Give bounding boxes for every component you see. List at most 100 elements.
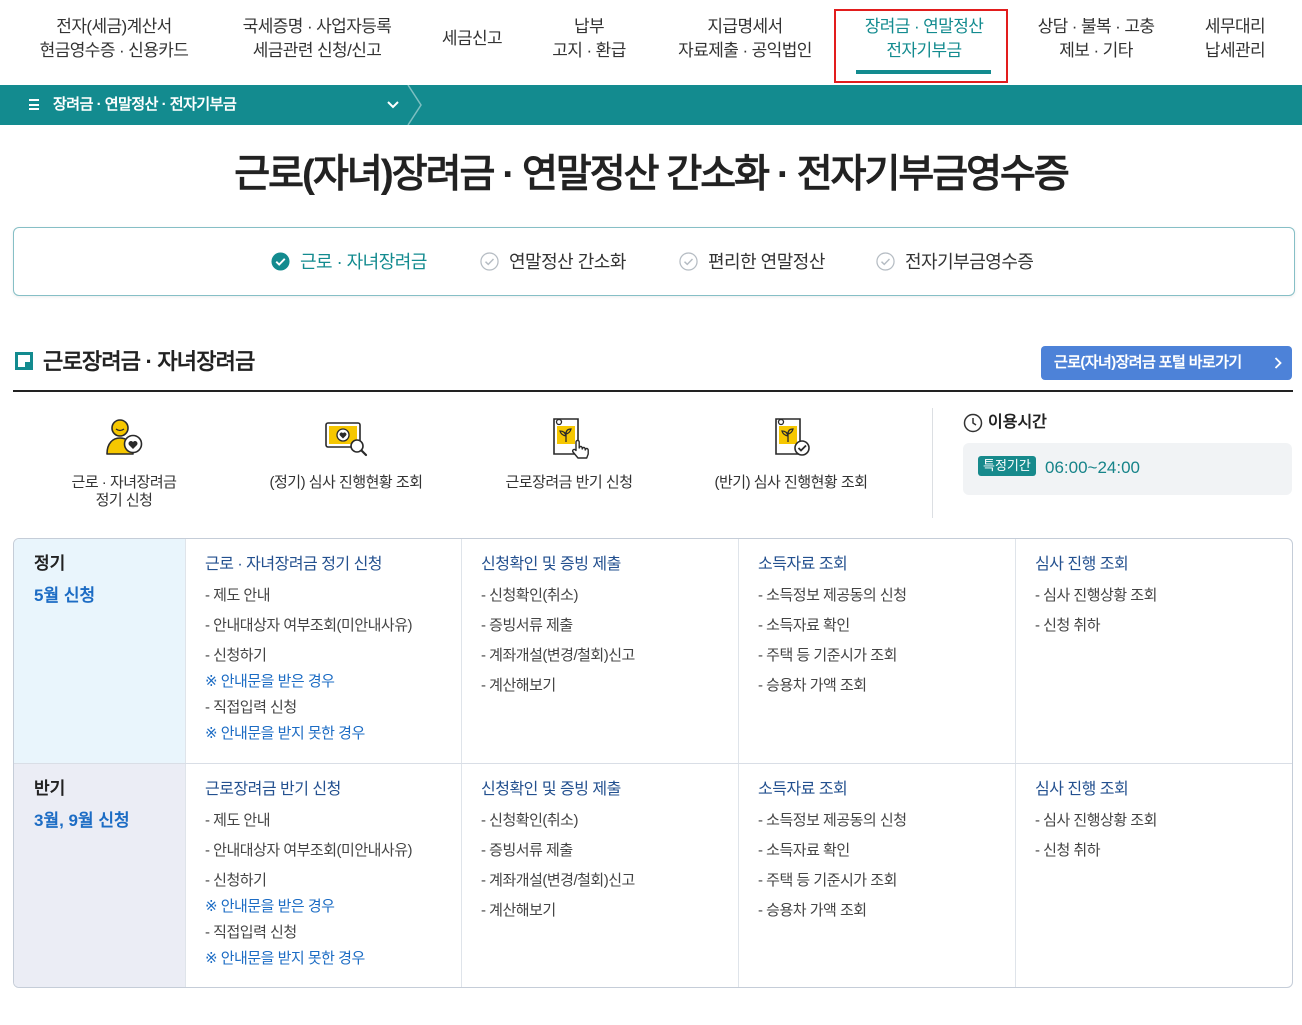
list-item-link[interactable]: - 소득자료 확인 (758, 616, 1015, 636)
hamburger-icon[interactable] (29, 99, 39, 111)
list-item-link[interactable]: - 계좌개설(변경/철회)신고 (481, 646, 738, 666)
document-click-icon (553, 418, 589, 459)
tab-label: 연말정산 간소화 (509, 252, 626, 272)
check-circle-icon (480, 251, 499, 271)
cell-title-link[interactable]: 소득자료 조회 (758, 554, 1015, 576)
nav-item-line: 국세증명 · 사업자등록 (242, 17, 392, 36)
tab-donation-receipt[interactable]: 전자기부금영수증 (876, 250, 1034, 272)
chevron-down-icon[interactable] (387, 101, 399, 109)
list-item-link[interactable]: - 계산해보기 (481, 901, 738, 921)
nav-item-line: 현금영수증 · 신용카드 (39, 41, 189, 60)
list-item-note: ※ 안내문을 받은 경우 (205, 898, 335, 915)
quick-link-label-line: (반기) 심사 진행현황 조회 (714, 474, 869, 491)
quick-link-half-year-apply[interactable]: 근로장려금 반기 신청 (469, 414, 669, 492)
list-item-link[interactable]: - 주택 등 기준시가 조회 (758, 871, 1015, 891)
list-item-link[interactable]: - 제도 안내 (205, 811, 461, 831)
cell-title-link[interactable]: 근로 · 자녀장려금 정기 신청 (205, 554, 461, 576)
list-item-link[interactable]: - 승용차 가액 조회 (758, 676, 1015, 696)
list-item-note: ※ 안내문을 받지 못한 경우 (205, 725, 365, 742)
tab-label: 전자기부금영수증 (905, 252, 1034, 272)
quick-link-label: 근로장려금 반기 신청 (469, 474, 669, 492)
list-item-link[interactable]: - 직접입력 신청 (205, 698, 461, 718)
quick-link-regular-apply[interactable]: 근로 · 자녀장려금 정기 신청 (24, 414, 224, 510)
row-period-label: 3월, 9월 신청 (34, 811, 130, 830)
list-item-link[interactable]: - 승용차 가액 조회 (758, 901, 1015, 921)
list-item-link[interactable]: - 신청확인(취소) (481, 586, 738, 606)
link-list: - 제도 안내 - 안내대상자 여부조회(미안내사유) - 신청하기 ※ 안내문… (205, 586, 461, 744)
section-square-icon (15, 352, 33, 370)
cell-title-link[interactable]: 심사 진행 조회 (1035, 779, 1292, 801)
list-item-link[interactable]: - 주택 등 기준시가 조회 (758, 646, 1015, 666)
subnav-menu-label[interactable]: 장려금 · 연말정산 · 전자기부금 (53, 95, 237, 115)
link-list: - 심사 진행상황 조회 - 신청 취하 (1035, 586, 1292, 636)
list-item-link[interactable]: - 심사 진행상황 조회 (1035, 811, 1292, 831)
quick-link-label-line: 정기 신청 (95, 492, 153, 509)
nav-item-line: 제보 · 기타 (1059, 41, 1133, 60)
list-item-link[interactable]: - 증빙서류 제출 (481, 616, 738, 636)
list-item-link[interactable]: - 안내대상자 여부조회(미안내사유) (205, 841, 461, 861)
cell-income-data: 소득자료 조회 - 소득정보 제공동의 신청 - 소득자료 확인 - 주택 등 … (738, 764, 1015, 987)
link-list: - 소득정보 제공동의 신청 - 소득자료 확인 - 주택 등 기준시가 조회 … (758, 586, 1015, 696)
list-item-link[interactable]: - 신청하기 (205, 646, 461, 666)
list-item-link[interactable]: - 소득정보 제공동의 신청 (758, 811, 1015, 831)
list-item-link[interactable]: - 소득정보 제공동의 신청 (758, 586, 1015, 606)
tab-label: 편리한 연말정산 (708, 252, 825, 272)
list-item-link[interactable]: - 신청확인(취소) (481, 811, 738, 831)
nav-item-line: 고지 · 환급 (552, 41, 626, 60)
cell-title-link[interactable]: 신청확인 및 증빙 제출 (481, 554, 738, 576)
list-item-link[interactable]: - 신청 취하 (1035, 841, 1292, 861)
quick-link-half-year-review-status[interactable]: (반기) 심사 진행현황 조회 (691, 414, 891, 492)
row-type-label: 정기 (34, 554, 66, 573)
tab-convenient-year-end[interactable]: 편리한 연말정산 (679, 250, 825, 272)
cell-title-link[interactable]: 심사 진행 조회 (1035, 554, 1292, 576)
cell-title-link[interactable]: 근로장려금 반기 신청 (205, 779, 461, 801)
tab-earned-income-incentive[interactable]: 근로 · 자녀장려금 (271, 250, 427, 272)
nav-item-consultation[interactable]: 상담 · 불복 · 고충 제보 · 기타 (1021, 15, 1171, 63)
row-type-label: 반기 (34, 779, 66, 798)
nav-item-payment-statement[interactable]: 지급명세서 자료제출 · 공익법인 (660, 15, 830, 63)
cell-income-data: 소득자료 조회 - 소득정보 제공동의 신청 - 소득자료 확인 - 주택 등 … (738, 539, 1015, 763)
nav-item-line: 세금관련 신청/신고 (252, 41, 382, 60)
document-check-icon (775, 418, 810, 456)
table-row-regular: 정기 5월 신청 근로 · 자녀장려금 정기 신청 - 제도 안내 - 안내대상… (14, 539, 1292, 763)
clock-icon (963, 413, 983, 433)
check-circle-icon (679, 251, 698, 271)
cell-confirm-evidence: 신청확인 및 증빙 제출 - 신청확인(취소) - 증빙서류 제출 - 계좌개설… (461, 764, 738, 987)
nav-item-tax-agent[interactable]: 세무대리 납세관리 (1185, 15, 1285, 63)
nav-item-payment[interactable]: 납부 고지 · 환급 (539, 15, 639, 63)
nav-item-line: 세금신고 (441, 29, 503, 48)
nav-item-e-invoice[interactable]: 전자(세금)계산서 현금영수증 · 신용카드 (24, 15, 204, 63)
cell-apply: 근로장려금 반기 신청 - 제도 안내 - 안내대상자 여부조회(미안내사유) … (185, 764, 461, 987)
portal-button-label: 근로(자녀)장려금 포털 바로가기 (1054, 354, 1242, 371)
nav-item-certificates[interactable]: 국세증명 · 사업자등록 세금관련 신청/신고 (227, 15, 407, 63)
nav-item-line: 상담 · 불복 · 고충 (1037, 17, 1155, 36)
link-list: - 소득정보 제공동의 신청 - 소득자료 확인 - 주택 등 기준시가 조회 … (758, 811, 1015, 921)
list-item-link[interactable]: - 직접입력 신청 (205, 923, 461, 943)
tab-year-end-simplified[interactable]: 연말정산 간소화 (480, 250, 626, 272)
section-title: 근로장려금 · 자녀장려금 (43, 349, 255, 374)
list-item-link[interactable]: - 계좌개설(변경/철회)신고 (481, 871, 738, 891)
quick-link-regular-review-status[interactable]: (정기) 심사 진행현황 조회 (246, 414, 446, 492)
list-item-link[interactable]: - 심사 진행상황 조회 (1035, 586, 1292, 606)
list-item-link[interactable]: - 계산해보기 (481, 676, 738, 696)
quick-link-label-line: 근로 · 자녀장려금 (71, 474, 177, 491)
link-list: - 신청확인(취소) - 증빙서류 제출 - 계좌개설(변경/철회)신고 - 계… (481, 811, 738, 921)
list-item-link[interactable]: - 제도 안내 (205, 586, 461, 606)
portal-shortcut-button[interactable]: 근로(자녀)장려금 포털 바로가기 (1041, 346, 1292, 380)
list-item-link[interactable]: - 소득자료 확인 (758, 841, 1015, 861)
service-hours-box: 특정기간 06:00~24:00 (963, 443, 1292, 495)
list-item-link[interactable]: - 증빙서류 제출 (481, 841, 738, 861)
list-item-link[interactable]: - 신청하기 (205, 871, 461, 891)
cell-title-link[interactable]: 소득자료 조회 (758, 779, 1015, 801)
list-item-link[interactable]: - 신청 취하 (1035, 616, 1292, 636)
person-heart-icon (106, 419, 143, 455)
top-nav: 전자(세금)계산서 현금영수증 · 신용카드 국세증명 · 사업자등록 세금관련… (0, 0, 1302, 85)
page-title: 근로(자녀)장려금 · 연말정산 간소화 · 전자기부금영수증 (234, 153, 1070, 196)
period-badge: 특정기간 (978, 456, 1036, 476)
list-item-link[interactable]: - 안내대상자 여부조회(미안내사유) (205, 616, 461, 636)
nav-item-tax-return[interactable]: 세금신고 (422, 27, 522, 51)
quick-link-label-line: 근로장려금 반기 신청 (505, 474, 633, 491)
cell-title-link[interactable]: 신청확인 및 증빙 제출 (481, 779, 738, 801)
check-circle-icon (271, 251, 290, 271)
row-label-cell: 정기 5월 신청 (14, 539, 185, 763)
